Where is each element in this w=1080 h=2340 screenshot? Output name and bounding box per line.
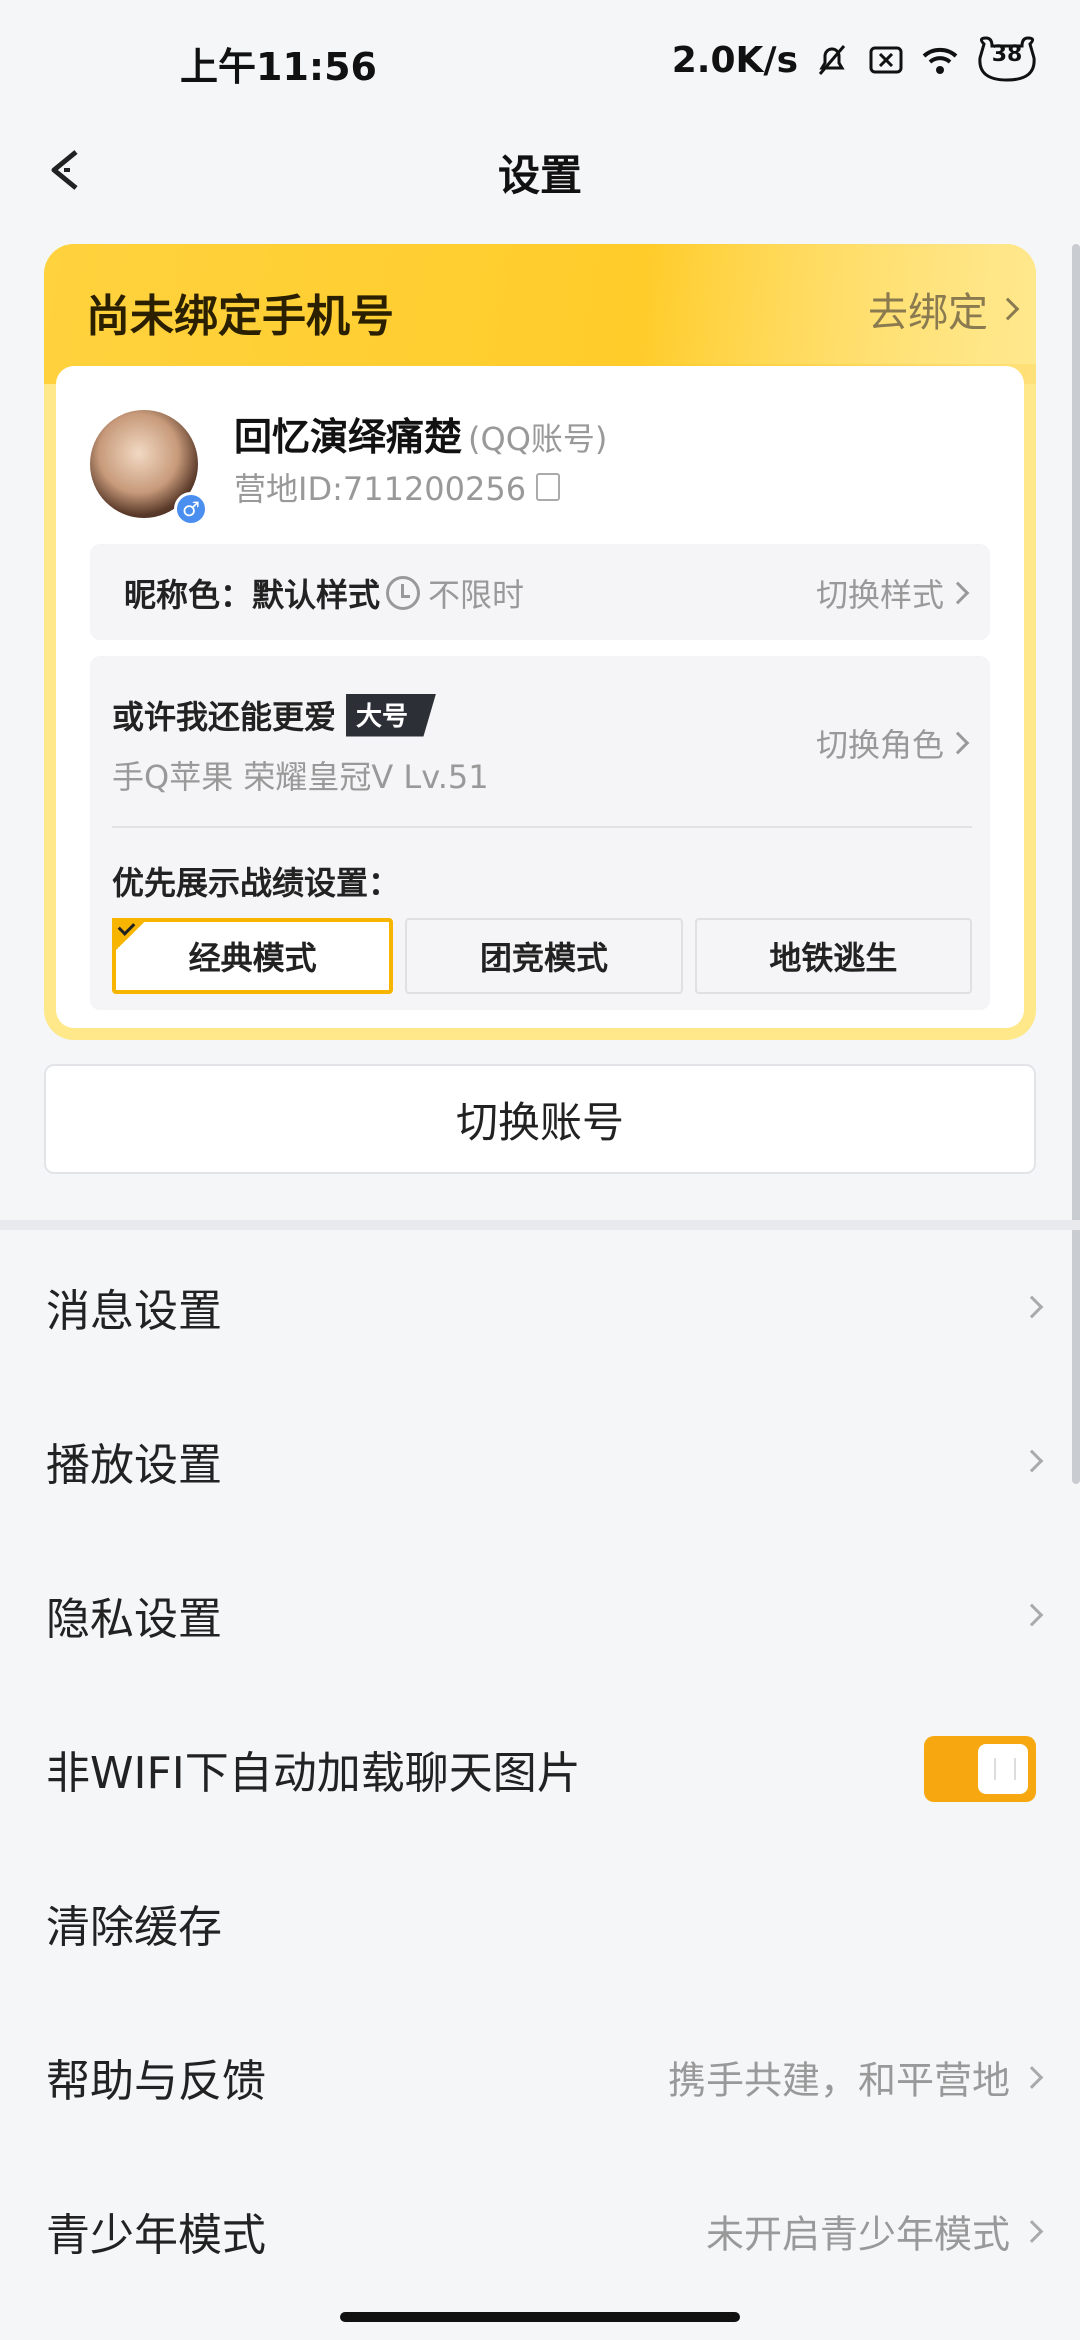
chevron-right-icon [1020,2065,1044,2089]
chevron-right-icon [1020,1449,1044,1473]
setting-label: 清除缓存 [46,1902,222,1953]
nickname-color-label: 昵称色：默认样式 [124,576,381,614]
chevron-right-icon [1020,2219,1044,2243]
bind-banner: 尚未绑定手机号 去绑定 [44,244,1036,384]
wifi-icon [922,47,958,74]
account-type: (QQ账号) [468,420,608,458]
setting-label: 非WIFI下自动加载聊天图片 [46,1748,581,1799]
record-pref-label: 优先展示战绩设置： [112,864,401,902]
setting-row-teen-mode[interactable]: 青少年模式 未开启青少年模式 [0,2154,1080,2308]
page-title: 设置 [497,151,582,200]
setting-row-clear-cache[interactable]: 清除缓存 [0,1846,1080,2000]
network-speed: 2.0K/s [671,39,798,81]
account-card: 尚未绑定手机号 去绑定 ♂ 回忆演绎痛楚 (QQ账号) 营地ID:71120025… [44,244,1036,1040]
battery-icon: 38 [974,34,1040,86]
mute-bell-icon [818,45,846,75]
status-icons: 2.0K/s 38 [672,34,1040,86]
switch-account-button[interactable]: 切换账号 [44,1064,1036,1174]
setting-value: 携手共建，和平营地 [667,2058,1010,2103]
setting-row-playback[interactable]: 播放设置 [0,1384,1080,1538]
chevron-right-icon [946,731,970,755]
role-name: 或许我还能更爱 大号 [112,692,437,738]
bind-phone-prompt: 尚未绑定手机号 [86,291,394,342]
setting-label: 青少年模式 [46,2210,266,2261]
mode-selector: 经典模式 团竞模式 地铁逃生 [112,918,972,994]
nickname-color-duration: 不限时 [386,570,524,616]
setting-label: 隐私设置 [46,1594,222,1645]
setting-row-privacy[interactable]: 隐私设置 [0,1538,1080,1692]
game-role-box: 或许我还能更爱 大号 手Q苹果 荣耀皇冠V Lv.51 切换角色 优先展示战绩设… [90,656,990,1010]
mode-metro-button[interactable]: 地铁逃生 [694,918,972,994]
chevron-right-icon [946,581,970,605]
home-indicator[interactable] [340,2312,740,2322]
battery-level: 38 [991,42,1023,67]
check-icon [112,918,148,954]
setting-label: 播放设置 [46,1440,222,1491]
status-bar: 上午11:56 2.0K/s 38 [0,0,1080,120]
section-divider [0,1220,1080,1230]
divider [112,826,972,828]
camp-id: 营地ID:711200256 [234,464,561,510]
setting-label: 帮助与反馈 [46,2056,266,2107]
role-details: 手Q苹果 荣耀皇冠V Lv.51 [112,758,489,796]
setting-label: 消息设置 [46,1286,222,1337]
user-nickname: 回忆演绎痛楚 (QQ账号) [234,415,608,459]
copy-icon[interactable] [536,473,561,501]
setting-row-auto-load-images: 非WIFI下自动加载聊天图片 [0,1692,1080,1846]
main-account-badge: 大号 [346,693,437,737]
status-time: 上午11:56 [180,45,377,89]
chevron-right-icon [996,297,1020,321]
switch-style-button[interactable]: 切换样式 [816,570,970,616]
auto-load-toggle[interactable] [924,1736,1036,1802]
bind-phone-button[interactable]: 去绑定 [868,280,1020,338]
mode-classic-button[interactable]: 经典模式 [112,918,394,994]
setting-row-messages[interactable]: 消息设置 [0,1230,1080,1384]
toggle-knob [978,1744,1028,1794]
setting-value: 未开启青少年模式 [705,2212,1010,2257]
account-info: ♂ 回忆演绎痛楚 (QQ账号) 营地ID:711200256 昵称色：默认样式 不… [56,366,1024,1028]
switch-role-button[interactable]: 切换角色 [816,720,970,766]
nickname-color-row: 昵称色：默认样式 不限时 切换样式 [90,544,990,640]
male-gender-icon: ♂ [174,492,208,526]
mode-team-button[interactable]: 团竞模式 [405,918,683,994]
clock-icon [386,576,420,610]
chevron-right-icon [1020,1603,1044,1627]
header: 设置 [0,120,1080,220]
chevron-right-icon [1020,1295,1044,1319]
sim-off-icon [869,46,903,74]
setting-row-help[interactable]: 帮助与反馈 携手共建，和平营地 [0,2000,1080,2154]
